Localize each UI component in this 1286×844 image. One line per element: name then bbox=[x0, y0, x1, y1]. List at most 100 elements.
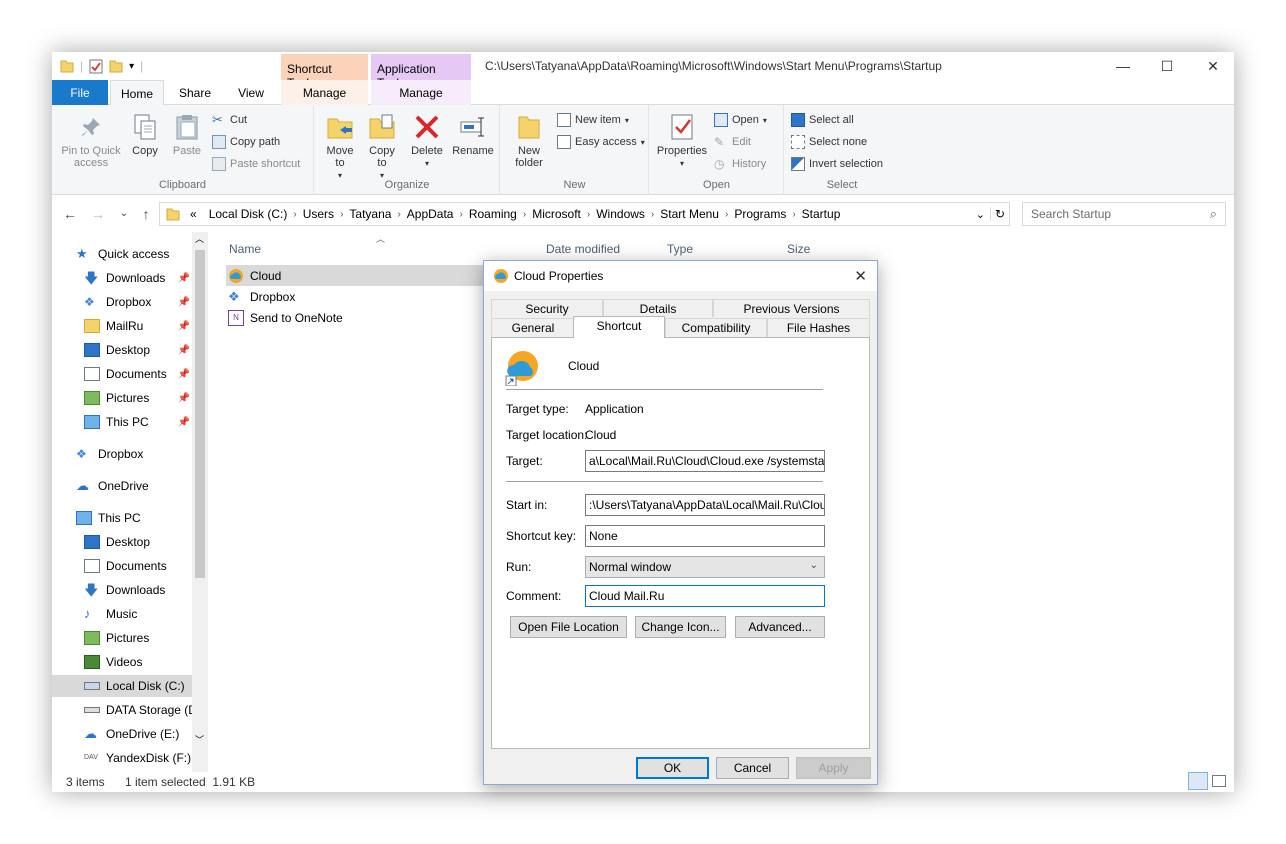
close-icon[interactable]: ✕ bbox=[854, 267, 867, 285]
nav-onedrive-e[interactable]: ☁ OneDrive (E:) bbox=[84, 723, 208, 745]
target-field[interactable]: a\Local\Mail.Ru\Cloud\Cloud.exe /systems… bbox=[585, 450, 825, 472]
breadcrumb-overflow[interactable]: « bbox=[190, 207, 197, 221]
delete-button[interactable]: Delete ▾ bbox=[407, 111, 447, 170]
copy-path-button[interactable]: Copy path bbox=[212, 133, 280, 151]
breadcrumb-microsoft[interactable]: Microsoft bbox=[532, 207, 581, 221]
column-size[interactable]: Size bbox=[787, 242, 810, 256]
breadcrumb-tatyana[interactable]: Tatyana bbox=[349, 207, 391, 221]
pin-icon[interactable]: 📌 bbox=[178, 345, 190, 356]
nav-documents[interactable]: Documents bbox=[84, 555, 208, 577]
column-name[interactable]: Name bbox=[229, 242, 261, 256]
tab-details[interactable]: Details bbox=[603, 299, 713, 317]
tab-view[interactable]: View bbox=[224, 80, 278, 105]
nav-mailru[interactable]: MailRu 📌 bbox=[84, 315, 190, 337]
tab-security[interactable]: Security bbox=[491, 299, 603, 317]
nav-onedrive[interactable]: ☁ OneDrive bbox=[76, 475, 208, 497]
column-type[interactable]: Type bbox=[667, 242, 693, 256]
column-date-modified[interactable]: Date modified bbox=[546, 242, 620, 256]
pin-icon[interactable]: 📌 bbox=[178, 321, 190, 332]
tab-manage-shortcut[interactable]: Manage bbox=[281, 80, 368, 105]
paste-shortcut-button[interactable]: Paste shortcut bbox=[212, 155, 300, 173]
file-row-dropbox[interactable]: ❖ Dropbox bbox=[226, 286, 488, 307]
shortcut-key-field[interactable]: None bbox=[585, 525, 825, 547]
pin-icon[interactable]: 📌 bbox=[178, 393, 190, 404]
breadcrumb-startup[interactable]: Startup bbox=[802, 207, 841, 221]
tab-file[interactable]: File bbox=[52, 80, 108, 105]
tab-general[interactable]: General bbox=[491, 318, 575, 338]
minimize-icon[interactable]: — bbox=[1100, 52, 1146, 80]
nav-this-pc[interactable]: This PC bbox=[76, 507, 208, 529]
file-row-send-to-onenote[interactable]: N Send to OneNote bbox=[226, 307, 488, 328]
copy-button[interactable]: Copy bbox=[128, 111, 162, 157]
nav-local-disk-c[interactable]: Local Disk (C:) bbox=[52, 675, 192, 697]
pin-icon[interactable]: 📌 bbox=[178, 297, 190, 308]
nav-pictures-quick[interactable]: Pictures 📌 bbox=[84, 387, 190, 409]
close-icon[interactable]: ✕ bbox=[1190, 52, 1234, 80]
nav-data-storage-d[interactable]: DATA Storage (D bbox=[84, 699, 208, 721]
properties-icon[interactable] bbox=[89, 58, 103, 74]
tab-share[interactable]: Share bbox=[168, 80, 222, 105]
breadcrumb-users[interactable]: Users bbox=[303, 207, 334, 221]
forward-arrow-icon[interactable]: → bbox=[88, 204, 108, 224]
comment-field[interactable]: Cloud Mail.Ru bbox=[585, 585, 825, 607]
breadcrumb-appdata[interactable]: AppData bbox=[407, 207, 454, 221]
customize-qat-icon[interactable]: ▾ bbox=[129, 61, 134, 72]
tab-previous-versions[interactable]: Previous Versions bbox=[713, 299, 870, 317]
tab-home[interactable]: Home bbox=[110, 80, 164, 106]
paste-button[interactable]: Paste bbox=[168, 111, 206, 157]
folder-icon[interactable] bbox=[60, 58, 74, 74]
cancel-button[interactable]: Cancel bbox=[716, 757, 789, 779]
breadcrumb-programs[interactable]: Programs bbox=[734, 207, 786, 221]
nav-downloads[interactable]: 🡇 Downloads 📌 bbox=[84, 267, 190, 289]
nav-yandexdisk-f[interactable]: DAV YandexDisk (F:) bbox=[84, 747, 208, 769]
recent-locations-icon[interactable]: ⌄ bbox=[114, 204, 134, 224]
pin-icon[interactable]: 📌 bbox=[178, 369, 190, 380]
nav-pictures[interactable]: Pictures bbox=[84, 627, 208, 649]
file-row-cloud[interactable]: Cloud bbox=[226, 265, 488, 286]
pin-icon[interactable]: 📌 bbox=[178, 417, 190, 428]
pin-quick-access-button[interactable]: Pin to Quick access bbox=[58, 111, 124, 169]
open-button[interactable]: Open ▾ bbox=[714, 111, 767, 129]
address-bar[interactable]: « Local Disk (C:) › Users › Tatyana › AppDa… bbox=[159, 202, 1010, 226]
nav-downloads-pc[interactable]: 🡇 Downloads bbox=[84, 579, 208, 601]
scroll-down-icon[interactable]: ﹀ bbox=[195, 733, 204, 746]
search-input[interactable]: Search Startup ⌕ bbox=[1022, 202, 1226, 226]
tab-shortcut[interactable]: Shortcut bbox=[573, 316, 665, 338]
nav-this-pc-quick[interactable]: This PC 📌 bbox=[84, 411, 190, 433]
tab-compatibility[interactable]: Compatibility bbox=[665, 318, 767, 338]
address-dropdown-icon[interactable]: ⌄ bbox=[976, 208, 985, 221]
change-icon-button[interactable]: Change Icon... bbox=[635, 616, 726, 638]
tab-manage-application[interactable]: Manage bbox=[371, 80, 471, 105]
new-folder-icon[interactable] bbox=[109, 58, 123, 74]
apply-button[interactable]: Apply bbox=[796, 757, 871, 779]
select-all-button[interactable]: Select all bbox=[791, 111, 854, 129]
pin-icon[interactable]: 📌 bbox=[178, 273, 190, 284]
nav-scrollbar[interactable]: ︿ ﹀ bbox=[192, 232, 208, 772]
run-select[interactable]: Normal window ⌄ bbox=[585, 556, 825, 578]
open-file-location-button[interactable]: Open File Location bbox=[510, 616, 627, 638]
nav-dropbox[interactable]: ❖ Dropbox bbox=[76, 443, 208, 465]
new-item-button[interactable]: New item ▾ bbox=[557, 111, 629, 129]
nav-dropbox-quick[interactable]: ❖ Dropbox 📌 bbox=[84, 291, 190, 313]
back-arrow-icon[interactable]: ← bbox=[60, 204, 80, 224]
invert-selection-button[interactable]: Invert selection bbox=[791, 155, 883, 173]
copy-to-button[interactable]: Copy to ▾ bbox=[365, 111, 399, 182]
new-folder-button[interactable]: New folder bbox=[509, 111, 549, 169]
nav-documents-quick[interactable]: Documents 📌 bbox=[84, 363, 190, 385]
easy-access-button[interactable]: Easy access ▾ bbox=[557, 133, 645, 151]
nav-music[interactable]: ♪ Music bbox=[84, 603, 208, 625]
large-icons-view-icon[interactable] bbox=[1212, 775, 1226, 787]
nav-desktop[interactable]: Desktop bbox=[84, 531, 208, 553]
details-view-icon[interactable] bbox=[1188, 772, 1208, 790]
tab-file-hashes[interactable]: File Hashes bbox=[767, 318, 870, 338]
breadcrumb-roaming[interactable]: Roaming bbox=[469, 207, 517, 221]
history-button[interactable]: ◷ History bbox=[714, 155, 766, 173]
cut-button[interactable]: ✂ Cut bbox=[212, 111, 247, 129]
move-to-button[interactable]: Move to ▾ bbox=[323, 111, 357, 182]
breadcrumb-start-menu[interactable]: Start Menu bbox=[660, 207, 719, 221]
nav-quick-access[interactable]: ★ Quick access bbox=[76, 243, 208, 265]
maximize-icon[interactable]: ☐ bbox=[1144, 52, 1190, 80]
properties-button[interactable]: Properties ▾ bbox=[654, 111, 710, 170]
nav-scrollbar-thumb[interactable] bbox=[195, 250, 205, 578]
refresh-icon[interactable]: ↻ bbox=[989, 207, 1005, 221]
